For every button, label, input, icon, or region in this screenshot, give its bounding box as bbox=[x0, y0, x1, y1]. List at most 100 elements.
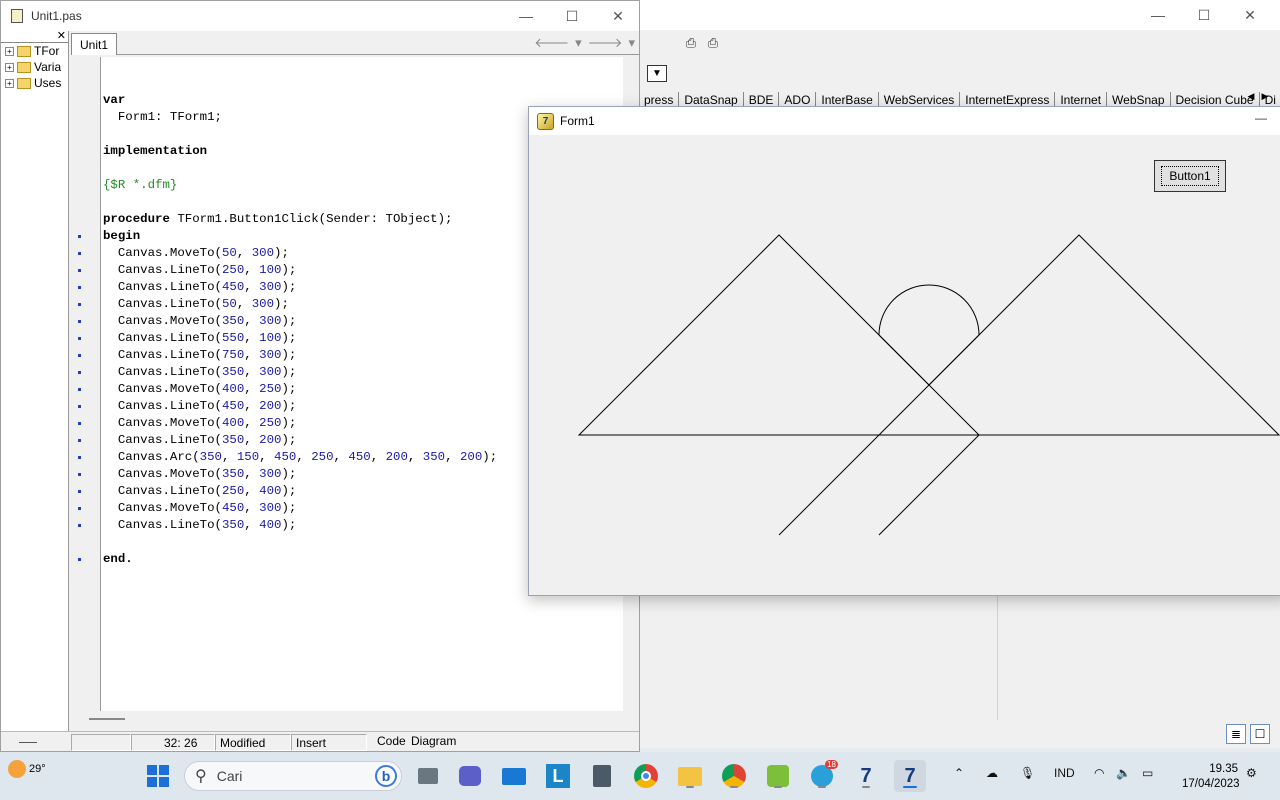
tab-unit1[interactable]: Unit1 bbox=[71, 33, 117, 55]
code-line[interactable]: {$R *.dfm} bbox=[103, 177, 497, 194]
code-line[interactable] bbox=[103, 194, 497, 211]
breakpoint-dot[interactable] bbox=[78, 524, 81, 527]
breakpoint-dot[interactable] bbox=[78, 354, 81, 357]
code-line[interactable]: var bbox=[103, 92, 497, 109]
language-indicator[interactable]: IND bbox=[1054, 766, 1075, 780]
cloud-icon[interactable]: ☁ bbox=[986, 766, 998, 780]
explorer-item[interactable]: + TFor bbox=[1, 43, 68, 59]
chevron-down-icon[interactable]: ▾ bbox=[575, 35, 582, 51]
tab-diagram[interactable]: Diagram bbox=[411, 734, 456, 748]
window-icon[interactable]: ☐ bbox=[1250, 724, 1270, 744]
telegram-icon[interactable]: 18 bbox=[806, 760, 838, 792]
notification-icon[interactable]: ⚙ bbox=[1246, 766, 1257, 780]
breakpoint-dot[interactable] bbox=[78, 371, 81, 374]
battery-icon[interactable]: ▭ bbox=[1142, 766, 1153, 780]
breakpoint-dot[interactable] bbox=[78, 337, 81, 340]
horizontal-scrollbar[interactable] bbox=[71, 711, 623, 729]
tab-code[interactable]: Code bbox=[377, 734, 406, 748]
code-line[interactable] bbox=[103, 160, 497, 177]
dropdown-arrow-icon[interactable]: ▼ bbox=[647, 65, 667, 82]
maximize-icon[interactable]: ☐ bbox=[549, 1, 595, 31]
windows-start-icon[interactable] bbox=[142, 760, 174, 792]
minimize-icon[interactable]: — bbox=[503, 1, 549, 31]
list-view-icon[interactable]: ≣ bbox=[1226, 724, 1246, 744]
breakpoint-dot[interactable] bbox=[78, 286, 81, 289]
forward-arrow-icon[interactable]: 🡒 bbox=[588, 35, 623, 51]
code-line[interactable] bbox=[103, 534, 497, 551]
volume-icon[interactable]: 🔈 bbox=[1116, 766, 1131, 780]
code-line[interactable]: Canvas.LineTo(350, 400); bbox=[103, 517, 497, 534]
code-line[interactable]: Canvas.LineTo(550, 100); bbox=[103, 330, 497, 347]
code-line[interactable]: begin bbox=[103, 228, 497, 245]
wifi-icon[interactable]: ◠ bbox=[1094, 766, 1104, 780]
minimize-icon[interactable]: — bbox=[1135, 0, 1181, 30]
chevron-up-icon[interactable]: ⌃ bbox=[954, 766, 964, 780]
toolbar-icon[interactable]: ⎙ bbox=[681, 34, 701, 52]
bing-icon[interactable]: b bbox=[375, 765, 397, 787]
back-arrow-icon[interactable]: 🡐 bbox=[534, 35, 569, 51]
code-line[interactable]: Canvas.LineTo(750, 300); bbox=[103, 347, 497, 364]
code-line[interactable]: implementation bbox=[103, 143, 497, 160]
code-line[interactable]: Canvas.LineTo(450, 300); bbox=[103, 279, 497, 296]
expand-icon[interactable]: + bbox=[5, 46, 14, 56]
delphi-taskbar-icon[interactable]: 7 bbox=[850, 760, 882, 792]
breakpoint-dot[interactable] bbox=[78, 388, 81, 391]
breakpoint-dot[interactable] bbox=[78, 439, 81, 442]
breakpoint-dot[interactable] bbox=[78, 456, 81, 459]
expand-icon[interactable]: + bbox=[5, 78, 14, 88]
chrome-icon[interactable] bbox=[630, 760, 662, 792]
code-line[interactable]: Canvas.LineTo(450, 200); bbox=[103, 398, 497, 415]
code-line[interactable]: Canvas.Arc(350, 150, 450, 250, 450, 200,… bbox=[103, 449, 497, 466]
breakpoint-dot[interactable] bbox=[78, 558, 81, 561]
code-line[interactable]: Canvas.LineTo(350, 300); bbox=[103, 364, 497, 381]
microphone-icon[interactable]: 🎙 bbox=[1020, 766, 1035, 780]
clock[interactable]: 19.35 17/04/2023 bbox=[1182, 762, 1240, 792]
chevron-down-icon[interactable]: ▾ bbox=[628, 35, 635, 51]
explorer-item[interactable]: + Varia bbox=[1, 59, 68, 75]
breakpoint-dot[interactable] bbox=[78, 320, 81, 323]
breakpoint-dot[interactable] bbox=[78, 235, 81, 238]
mail-icon[interactable] bbox=[498, 760, 530, 792]
explorer-item[interactable]: + Uses bbox=[1, 75, 68, 91]
code-line[interactable]: Canvas.MoveTo(450, 300); bbox=[103, 500, 497, 517]
breakpoint-dot[interactable] bbox=[78, 473, 81, 476]
maximize-icon[interactable]: ☐ bbox=[1181, 0, 1227, 30]
breakpoint-dot[interactable] bbox=[78, 507, 81, 510]
toolbar-icon[interactable]: ⎙ bbox=[703, 34, 723, 52]
file-explorer-icon[interactable] bbox=[674, 760, 706, 792]
calculator-icon[interactable] bbox=[586, 760, 618, 792]
code-line[interactable]: Canvas.MoveTo(350, 300); bbox=[103, 466, 497, 483]
close-icon[interactable]: ✕ bbox=[1227, 0, 1273, 30]
code-line[interactable]: Form1: TForm1; bbox=[103, 109, 497, 126]
chrome-profile-icon[interactable] bbox=[718, 760, 750, 792]
button1[interactable]: Button1 bbox=[1154, 160, 1226, 192]
breakpoint-dot[interactable] bbox=[78, 405, 81, 408]
code-line[interactable]: Canvas.LineTo(250, 100); bbox=[103, 262, 497, 279]
code-line[interactable]: Canvas.MoveTo(400, 250); bbox=[103, 415, 497, 432]
code-line[interactable]: Canvas.LineTo(50, 300); bbox=[103, 296, 497, 313]
palette-scroll-right-icon[interactable]: ▶ bbox=[1257, 88, 1273, 104]
minimize-icon[interactable]: — bbox=[1255, 111, 1267, 125]
code-line[interactable]: Canvas.MoveTo(350, 300); bbox=[103, 313, 497, 330]
code-line[interactable] bbox=[103, 126, 497, 143]
code-line[interactable]: procedure TForm1.Button1Click(Sender: TO… bbox=[103, 211, 497, 228]
breakpoint-dot[interactable] bbox=[78, 269, 81, 272]
source-code[interactable]: var Form1: TForm1; implementation {$R *.df… bbox=[103, 75, 497, 568]
lexicon-app-icon[interactable]: L bbox=[542, 760, 574, 792]
code-line[interactable]: Canvas.LineTo(250, 400); bbox=[103, 483, 497, 500]
task-view-icon[interactable] bbox=[412, 760, 444, 792]
code-line[interactable] bbox=[103, 75, 497, 92]
breakpoint-dot[interactable] bbox=[78, 303, 81, 306]
delphi-active-taskbar-icon[interactable]: 7 bbox=[894, 760, 926, 792]
expand-icon[interactable]: + bbox=[5, 62, 14, 72]
search-box[interactable]: ⚲ Cari b bbox=[184, 761, 402, 791]
code-line[interactable]: end. bbox=[103, 551, 497, 568]
breakpoint-dot[interactable] bbox=[78, 252, 81, 255]
teams-chat-icon[interactable] bbox=[454, 760, 486, 792]
weather-widget[interactable]: 29° bbox=[8, 760, 46, 778]
code-line[interactable]: Canvas.LineTo(350, 200); bbox=[103, 432, 497, 449]
android-app-icon[interactable] bbox=[762, 760, 794, 792]
close-icon[interactable]: ✕ bbox=[595, 1, 641, 31]
code-line[interactable]: Canvas.MoveTo(400, 250); bbox=[103, 381, 497, 398]
close-icon[interactable]: ✕ bbox=[57, 29, 66, 42]
